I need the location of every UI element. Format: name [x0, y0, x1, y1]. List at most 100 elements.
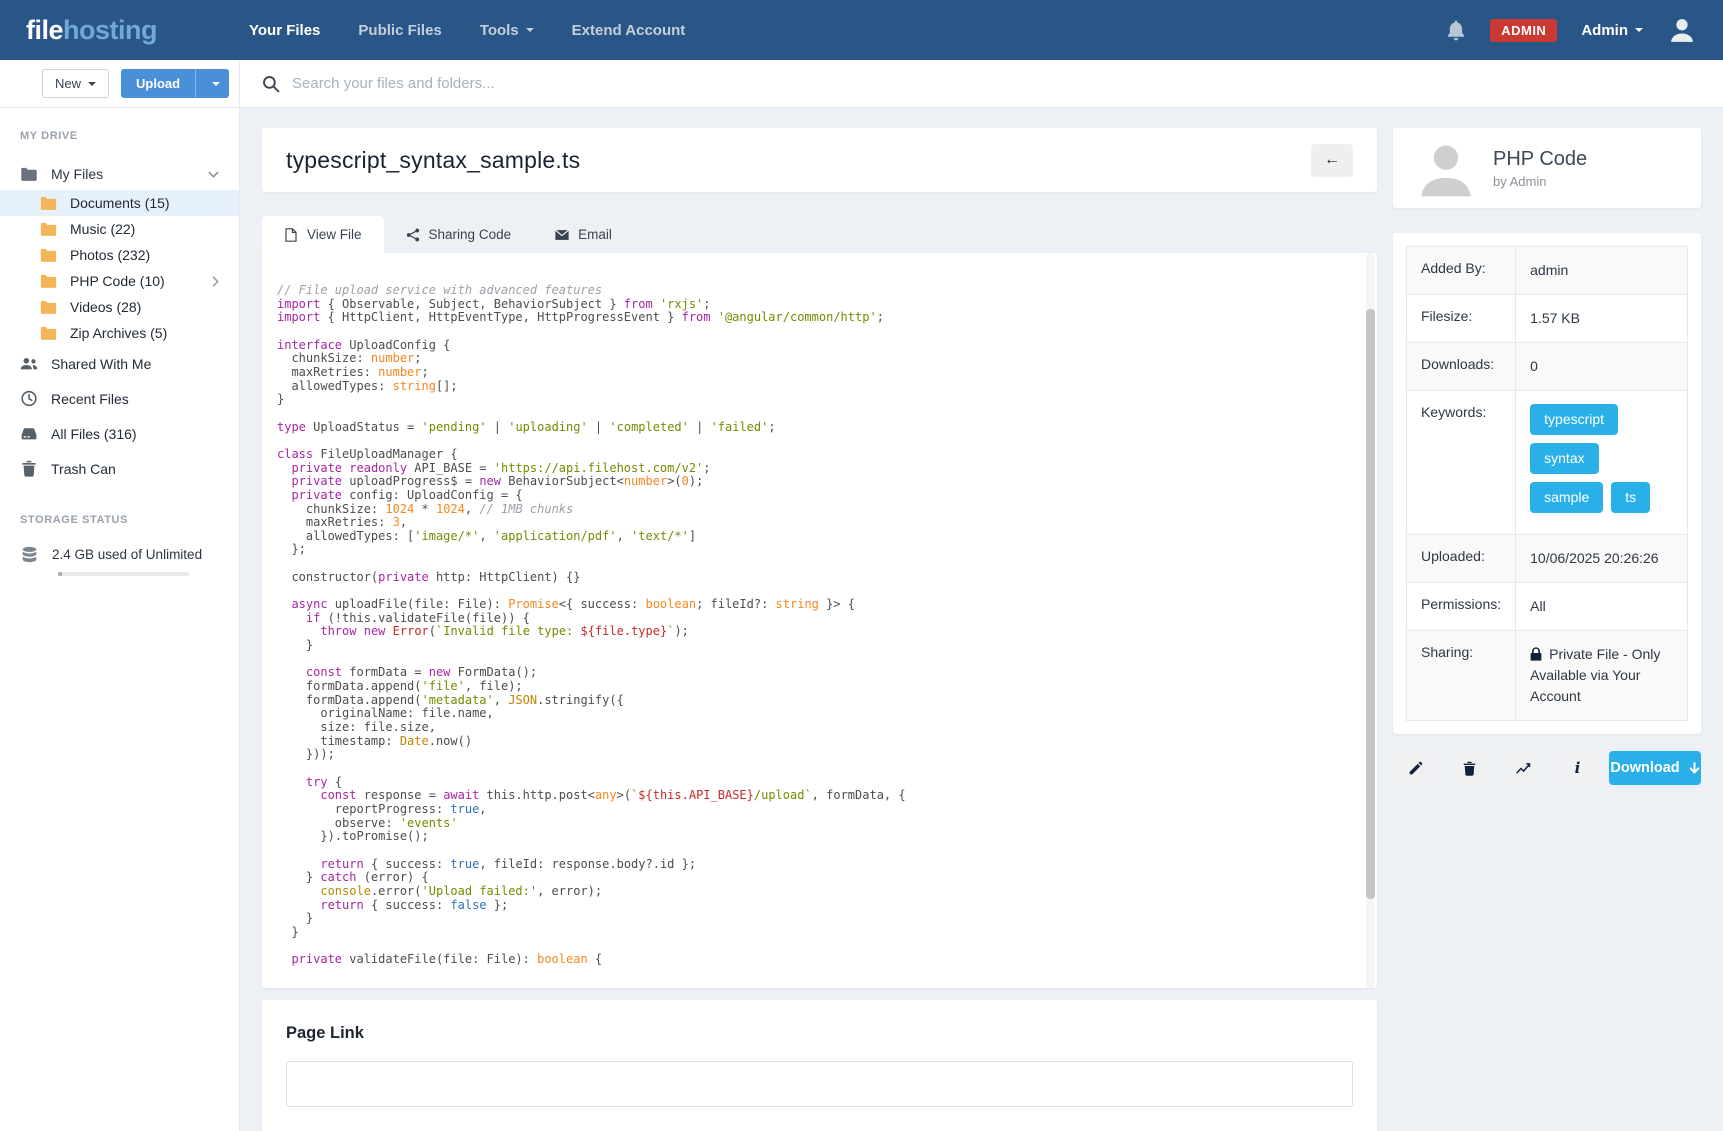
drive-icon — [20, 425, 38, 442]
detail-row: Keywords: typescriptsyntaxsamplets — [1407, 391, 1688, 535]
tab-sharing-code[interactable]: Sharing Code — [384, 216, 534, 253]
app: filehosting Your Files Public Files Tools E… — [0, 0, 1723, 1131]
keyword-tag[interactable]: ts — [1611, 482, 1650, 513]
folder-label: Music (22) — [70, 221, 135, 237]
sidebar-folder[interactable]: Videos (28) — [0, 294, 239, 320]
details-table: Added By: admin Filesize: 1.57 KB Downlo… — [1406, 246, 1688, 721]
scrollbar-thumb[interactable] — [1366, 309, 1375, 899]
nav-link-your-files[interactable]: Your Files — [249, 22, 320, 39]
back-button[interactable]: ← — [1311, 144, 1353, 177]
sidebar-item-label: Recent Files — [51, 391, 129, 407]
keyword-tag[interactable]: typescript — [1530, 404, 1618, 435]
detail-label: Filesize: — [1407, 295, 1516, 343]
sidebar-item-all-files-316-[interactable]: All Files (316) — [0, 416, 239, 451]
sidebar-item-shared-with-me[interactable]: Shared With Me — [0, 346, 239, 381]
code-line: return { success: true, fileId: response… — [277, 858, 1353, 872]
code-line: return { success: false }; — [277, 899, 1353, 913]
code-scrollbar[interactable] — [1366, 253, 1375, 988]
detail-row: Sharing: Private File - Only Available v… — [1407, 631, 1688, 721]
search-input[interactable] — [292, 75, 1169, 92]
code-line: import { HttpClient, HttpEventType, Http… — [277, 311, 1353, 325]
sidebar-item-recent-files[interactable]: Recent Files — [0, 381, 239, 416]
file-title-card: typescript_syntax_sample.ts ← — [262, 128, 1377, 192]
folder-icon — [20, 167, 38, 182]
folder-icon — [40, 222, 57, 237]
code-line — [277, 407, 1353, 421]
detail-value: 1.57 KB — [1516, 295, 1688, 343]
detail-value: typescript syntax sample ts — [1516, 391, 1688, 535]
sidebar-item-my-files[interactable]: My Files — [0, 158, 239, 190]
code-line: }; — [277, 543, 1353, 557]
user-menu[interactable]: Admin — [1581, 22, 1643, 39]
clock-icon — [20, 390, 38, 407]
info-button[interactable]: i — [1555, 751, 1600, 785]
code-line: if (!this.validateFile(file)) { — [277, 612, 1353, 626]
subheader: New Upload — [0, 60, 1723, 108]
chevron-down-icon — [88, 82, 96, 86]
chevron-right-icon[interactable] — [212, 276, 219, 287]
chevron-down-icon[interactable] — [208, 171, 219, 178]
nav-link-tools[interactable]: Tools — [480, 22, 534, 39]
code-line: observe: 'events' — [277, 817, 1353, 831]
code-line: timestamp: Date.now() — [277, 735, 1353, 749]
notifications-bell-icon[interactable] — [1446, 19, 1466, 41]
edit-button[interactable] — [1393, 751, 1438, 785]
detail-row: Uploaded: 10/06/2025 20:26:26 — [1407, 535, 1688, 583]
tab-email[interactable]: Email — [533, 216, 634, 253]
delete-button[interactable] — [1447, 751, 1492, 785]
code-line: } — [277, 393, 1353, 407]
share-icon — [406, 228, 420, 242]
nav-link-public-files[interactable]: Public Files — [358, 22, 441, 39]
file-action-toolbar: New Upload — [0, 60, 240, 107]
nav-link-extend-account[interactable]: Extend Account — [572, 22, 686, 39]
file-icon — [284, 228, 298, 242]
sidebar-folder[interactable]: PHP Code (10) — [0, 268, 239, 294]
code-line: originalName: file.name, — [277, 707, 1353, 721]
code-line: const response = await this.http.post<an… — [277, 789, 1353, 803]
nav-links: Your Files Public Files Tools Extend Accoun… — [249, 22, 685, 39]
code-line: private readonly API_BASE = 'https://api… — [277, 462, 1353, 476]
file-tabs: View File Sharing Code Email — [262, 216, 1377, 253]
admin-badge: ADMIN — [1490, 19, 1557, 42]
code-line: type UploadStatus = 'pending' | 'uploadi… — [277, 421, 1353, 435]
stats-button[interactable] — [1501, 751, 1546, 785]
logo[interactable]: filehosting — [26, 15, 157, 46]
detail-row: Downloads: 0 — [1407, 343, 1688, 391]
sidebar-item-trash-can[interactable]: Trash Can — [0, 451, 239, 486]
code-line: maxRetries: number; — [277, 366, 1353, 380]
tab-label: Email — [578, 227, 612, 242]
upload-dropdown-toggle[interactable] — [195, 69, 229, 98]
tab-view-file[interactable]: View File — [262, 216, 384, 253]
download-button[interactable]: Download — [1609, 751, 1701, 785]
sidebar-folders: Documents (15) Music (22) Photos (232) P… — [0, 190, 239, 346]
upload-button[interactable]: Upload — [121, 69, 229, 98]
lock-icon — [1530, 646, 1542, 660]
sidebar-folder[interactable]: Documents (15) — [0, 190, 239, 216]
folder-label: Documents (15) — [70, 195, 170, 211]
new-button[interactable]: New — [42, 69, 109, 98]
page-link-title: Page Link — [286, 1024, 1353, 1043]
sidebar-folder[interactable]: Music (22) — [0, 216, 239, 242]
detail-label: Permissions: — [1407, 583, 1516, 631]
folder-label: Photos (232) — [70, 247, 150, 263]
detail-value: 10/06/2025 20:26:26 — [1516, 535, 1688, 583]
keyword-tag[interactable]: syntax — [1530, 443, 1598, 474]
folder-icon — [40, 196, 57, 211]
upload-button-label: Upload — [121, 69, 195, 98]
code-line — [277, 325, 1353, 339]
storage-usage-text: 2.4 GB used of Unlimited — [52, 547, 202, 562]
file-details-card: Added By: admin Filesize: 1.57 KB Downlo… — [1393, 233, 1701, 734]
sidebar-folder[interactable]: Zip Archives (5) — [0, 320, 239, 346]
file-details-panel: PHP Code by Admin Added By: admin Filesi… — [1393, 128, 1701, 1111]
keyword-tag[interactable]: sample — [1530, 482, 1603, 513]
navbar-right: ADMIN Admin — [1446, 15, 1697, 45]
info-icon: i — [1575, 759, 1581, 777]
page-link-input[interactable] — [286, 1061, 1353, 1107]
sidebar-folder[interactable]: Photos (232) — [0, 242, 239, 268]
code-line: }).toPromise(); — [277, 830, 1353, 844]
code-line: private config: UploadConfig = { — [277, 489, 1353, 503]
code-line: formData.append('file', file); — [277, 680, 1353, 694]
avatar-icon[interactable] — [1667, 15, 1697, 45]
tab-label: Sharing Code — [429, 227, 512, 242]
user-menu-label: Admin — [1581, 22, 1628, 39]
